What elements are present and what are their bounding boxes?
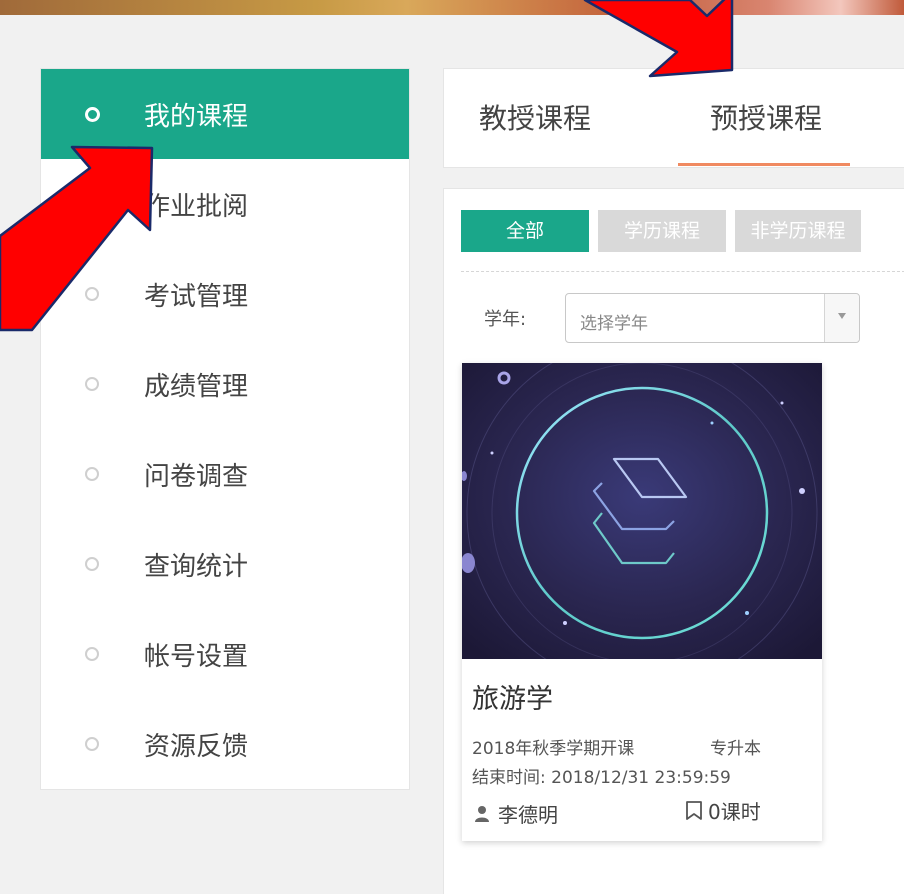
radio-dot-icon	[85, 557, 99, 571]
tab-teaching-courses[interactable]: 教授课程	[479, 97, 591, 137]
year-select-toggle[interactable]	[824, 294, 859, 342]
user-icon	[475, 805, 489, 822]
filter-all-button[interactable]: 全部	[461, 210, 589, 252]
radio-dot-icon	[85, 287, 99, 301]
tab-pre-teaching-courses[interactable]: 预授课程	[710, 97, 822, 137]
course-teacher: 李德明	[474, 799, 558, 828]
filter-non-degree-courses-button[interactable]: 非学历课程	[735, 210, 861, 252]
filter-degree-courses-button[interactable]: 学历课程	[598, 210, 726, 252]
divider	[461, 271, 904, 272]
course-type: 专升本	[710, 739, 761, 759]
sidebar-item-resource-feedback[interactable]: 资源反馈	[41, 699, 409, 789]
radio-dot-icon	[85, 737, 99, 751]
course-tabs: 教授课程 预授课程	[443, 68, 904, 168]
sidebar-item-label: 我的课程	[144, 101, 249, 132]
radio-dot-icon	[85, 467, 99, 481]
year-select-placeholder: 选择学年	[580, 314, 648, 334]
sidebar-item-label: 资源反馈	[144, 731, 249, 762]
sidebar-item-label: 成绩管理	[144, 371, 249, 402]
chevron-down-icon	[838, 313, 846, 319]
sidebar: 我的课程 作业批阅 考试管理 成绩管理 问卷调查 查询统计 帐号设置 资源反馈	[40, 68, 410, 790]
course-cover-image	[462, 363, 822, 659]
sidebar-item-label: 问卷调查	[144, 461, 249, 492]
radio-dot-icon	[85, 197, 99, 211]
course-term: 2018年秋季学期开课	[472, 739, 635, 759]
sidebar-item-exam-management[interactable]: 考试管理	[41, 249, 409, 339]
sidebar-item-account-settings[interactable]: 帐号设置	[41, 609, 409, 699]
sidebar-item-my-courses[interactable]: 我的课程	[41, 69, 409, 159]
course-title: 旅游学	[472, 684, 553, 715]
active-tab-indicator	[678, 163, 850, 166]
course-hours: 0课时	[684, 796, 761, 825]
sidebar-item-homework-review[interactable]: 作业批阅	[41, 159, 409, 249]
course-teacher-name: 李德明	[498, 803, 558, 827]
sidebar-item-grade-management[interactable]: 成绩管理	[41, 339, 409, 429]
sidebar-item-label: 帐号设置	[144, 641, 249, 672]
sidebar-item-survey[interactable]: 问卷调查	[41, 429, 409, 519]
radio-dot-icon	[85, 377, 99, 391]
sidebar-item-label: 考试管理	[144, 281, 249, 312]
radio-dot-icon	[85, 647, 99, 661]
radio-dot-icon	[85, 106, 100, 122]
course-hours-value: 0课时	[708, 800, 761, 824]
sidebar-item-statistics[interactable]: 查询统计	[41, 519, 409, 609]
sidebar-item-label: 查询统计	[144, 551, 249, 582]
course-end-time: 结束时间: 2018/12/31 23:59:59	[472, 768, 731, 788]
year-select[interactable]: 选择学年	[565, 293, 860, 343]
year-filter-label: 学年:	[484, 309, 527, 330]
top-banner-stripe	[0, 0, 904, 15]
sidebar-item-label: 作业批阅	[144, 191, 249, 222]
bookmark-icon	[686, 800, 702, 820]
course-card[interactable]: 旅游学 2018年秋季学期开课 专升本 结束时间: 2018/12/31 23:…	[462, 363, 822, 841]
